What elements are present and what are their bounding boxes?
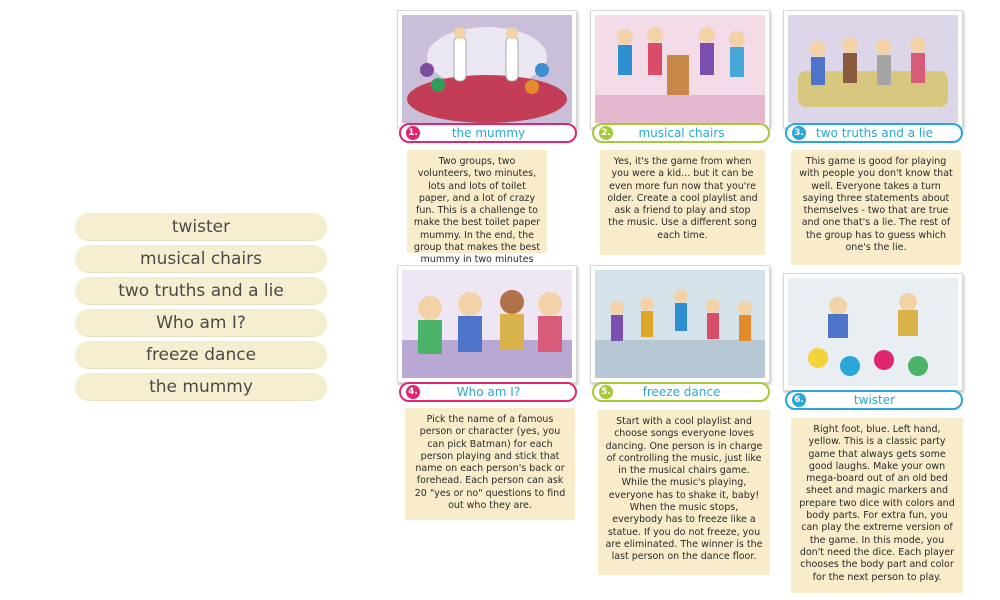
card-label: 2. musical chairs — [592, 123, 770, 143]
card-number: 4. — [406, 385, 420, 399]
card-label: 4. Who am I? — [399, 382, 577, 402]
card-description: Pick the name of a famous person or char… — [405, 408, 575, 520]
card-description: Right foot, blue. Left hand, yellow. Thi… — [791, 418, 963, 593]
card-title: freeze dance — [642, 385, 721, 399]
who-am-i-illustration — [397, 265, 577, 383]
word-item: musical chairs — [75, 245, 327, 273]
card-number: 5. — [599, 385, 613, 399]
card-label: 3. two truths and a lie — [785, 123, 963, 143]
word-item: twister — [75, 213, 327, 241]
word-list: twister musical chairs two truths and a … — [75, 213, 327, 405]
mummy-illustration — [397, 10, 577, 128]
card-description: Yes, it's the game from when you were a … — [600, 150, 765, 255]
card-number: 1. — [406, 126, 420, 140]
card-number: 6. — [792, 393, 806, 407]
card-description: This game is good for playing with peopl… — [791, 150, 961, 265]
twister-illustration — [783, 273, 963, 391]
word-item: the mummy — [75, 373, 327, 401]
musical-chairs-illustration — [590, 10, 770, 128]
word-item: two truths and a lie — [75, 277, 327, 305]
freeze-dance-illustration — [590, 265, 770, 383]
card-description: Start with a cool playlist and choose so… — [598, 410, 770, 575]
card-title: musical chairs — [638, 126, 725, 140]
two-truths-illustration — [783, 10, 963, 128]
card-label: 6. twister — [785, 390, 963, 410]
card-title: Who am I? — [456, 385, 521, 399]
card-label: 5. freeze dance — [592, 382, 770, 402]
word-item: freeze dance — [75, 341, 327, 369]
card-number: 3. — [792, 126, 806, 140]
word-item: Who am I? — [75, 309, 327, 337]
card-label: 1. the mummy — [399, 123, 577, 143]
card-description: Two groups, two volunteers, two minutes,… — [407, 150, 547, 278]
card-number: 2. — [599, 126, 613, 140]
card-title: two truths and a lie — [816, 126, 933, 140]
card-title: twister — [853, 393, 896, 407]
card-title: the mummy — [451, 126, 526, 140]
